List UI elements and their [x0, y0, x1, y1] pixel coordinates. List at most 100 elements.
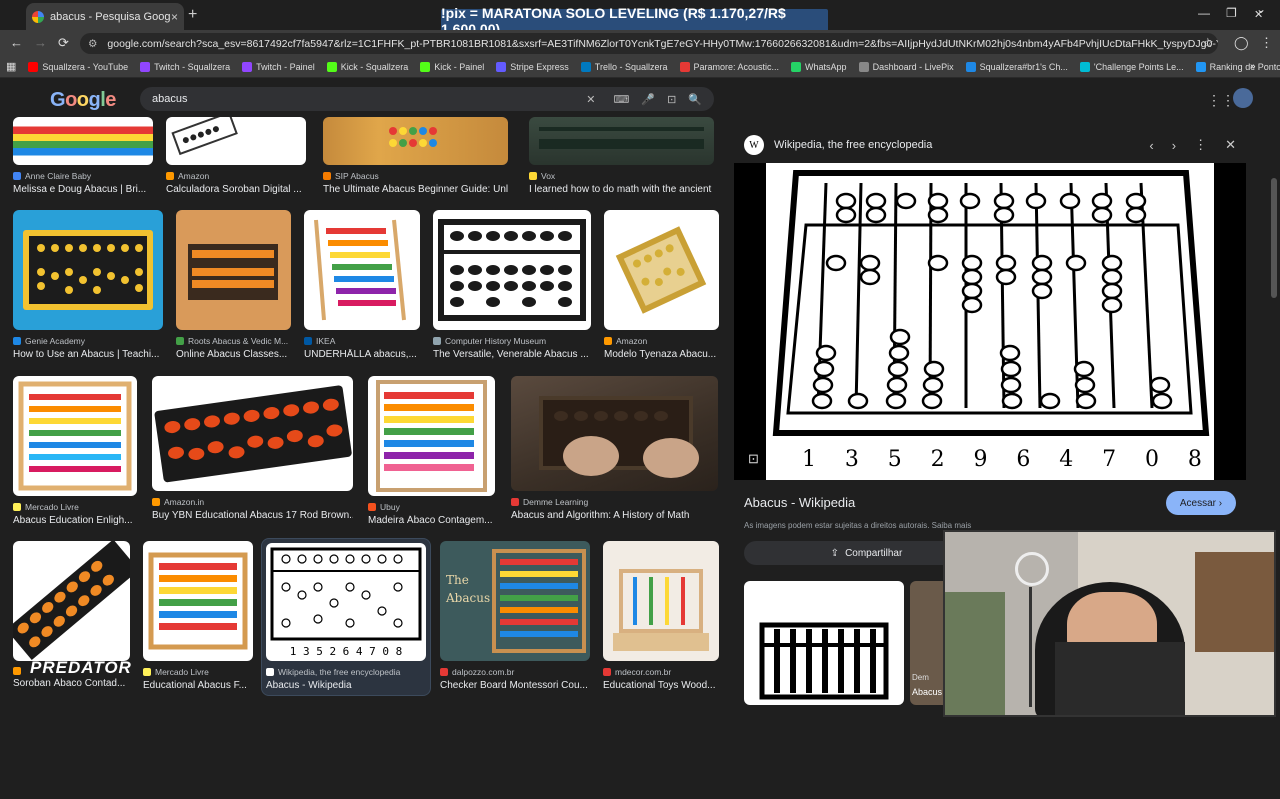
bookmark-item[interactable]: Kick - Squallzera — [326, 61, 408, 72]
result-thumbnail[interactable] — [143, 541, 253, 661]
bookmark-item[interactable]: WhatsApp — [791, 61, 847, 72]
result-card[interactable]: IKEA UNDERHÅLLA abacus,... — [304, 210, 420, 360]
bookmark-item[interactable]: Twitch - Squallzera — [140, 61, 230, 72]
result-title[interactable]: UNDERHÅLLA abacus,... — [304, 349, 420, 360]
url-bar[interactable]: ⚙ google.com/search?sca_esv=8617492cf7fa… — [80, 33, 1218, 54]
result-title[interactable]: Checker Board Montessori Cou... — [440, 680, 590, 691]
visit-button[interactable]: Acessar › — [1166, 491, 1236, 515]
restore-button[interactable]: ❐ — [1226, 6, 1237, 20]
forward-button[interactable]: → — [34, 35, 47, 50]
result-thumbnail[interactable] — [604, 210, 719, 330]
close-panel-icon[interactable]: ✕ — [1225, 137, 1236, 153]
result-card[interactable]: Computer History Museum The Versatile, V… — [433, 210, 591, 360]
result-card[interactable]: SIP Abacus The Ultimate Abacus Beginner … — [323, 117, 508, 195]
search-box[interactable]: abacus ✕ ⌨ 🎤 ⊡ 🔍 — [140, 87, 714, 111]
bookmark-item[interactable]: Kick - Painel — [420, 61, 484, 72]
result-thumbnail[interactable] — [176, 210, 291, 330]
result-title[interactable]: Educational Toys Wood... — [603, 680, 719, 691]
close-window-button[interactable]: ✕ — [1254, 8, 1263, 21]
result-title[interactable]: Madeira Ábaco Contagem... — [368, 515, 495, 526]
account-avatar[interactable] — [1233, 88, 1253, 108]
prev-image-icon[interactable]: ‹ — [1149, 138, 1153, 153]
search-submit-icon[interactable]: 🔍 — [688, 93, 702, 106]
result-title[interactable]: Modelo Tyenaza Abacu... — [604, 349, 719, 360]
clear-search-icon[interactable]: ✕ — [586, 93, 595, 106]
result-card[interactable]: Amazon Calculadora Soroban Digital ... — [166, 117, 306, 195]
minimize-button[interactable]: — — [1198, 6, 1210, 20]
result-thumbnail[interactable] — [433, 210, 591, 330]
result-thumbnail[interactable] — [511, 376, 718, 491]
bookmark-item[interactable]: Stripe Express — [496, 61, 569, 72]
result-title[interactable]: The Versatile, Venerable Abacus ... — [433, 349, 591, 360]
bookmark-item[interactable]: Dashboard - LivePix — [858, 61, 954, 72]
result-thumbnail[interactable] — [13, 541, 130, 661]
panel-image[interactable]: 1 3 5 2 9 6 4 7 0 8 ⊡ — [734, 163, 1246, 480]
lens-icon[interactable]: ⊡ — [667, 93, 676, 106]
panel-site-name[interactable]: Wikipedia, the free encyclopedia — [774, 139, 1131, 151]
result-card[interactable]: Ubuy Madeira Ábaco Contagem... — [368, 376, 495, 526]
result-card[interactable]: Mercado Livre Abacus Education Enligh... — [13, 376, 137, 526]
apps-grid-icon[interactable]: ▦ — [6, 60, 16, 73]
result-thumbnail[interactable] — [603, 541, 719, 661]
related-image[interactable] — [744, 581, 904, 705]
result-thumbnail[interactable]: 1 3 5 2 6 4 7 0 8 — [266, 543, 426, 661]
result-title[interactable]: The Ultimate Abacus Beginner Guide: Unl.… — [323, 184, 508, 195]
reload-button[interactable]: ⟳ — [58, 35, 69, 51]
bookmark-item[interactable]: Squallzera#br1's Ch... — [965, 61, 1068, 72]
result-card[interactable]: The Abacus dalpozzo.com.br Checker Board… — [440, 541, 590, 691]
panel-result-title[interactable]: Abacus - Wikipedia — [744, 495, 855, 510]
result-title[interactable]: Abacus - Wikipedia — [266, 680, 426, 691]
result-thumbnail[interactable] — [323, 117, 508, 165]
result-title[interactable]: I learned how to do math with the ancien… — [529, 184, 714, 195]
result-card[interactable]: mdecor.com.br Educational Toys Wood... — [603, 541, 719, 691]
result-card[interactable]: Vox I learned how to do math with the an… — [529, 117, 714, 195]
result-title[interactable]: Educational Abacus F... — [143, 680, 253, 691]
all-bookmarks-icon[interactable]: » — [1250, 61, 1256, 72]
result-thumbnail[interactable] — [166, 117, 306, 165]
result-thumbnail[interactable]: The Abacus — [440, 541, 590, 661]
keyboard-icon[interactable]: ⌨ — [613, 93, 629, 106]
profile-icon[interactable]: ◯ — [1234, 35, 1249, 51]
result-card[interactable]: Genie Academy How to Use an Abacus | Tea… — [13, 210, 163, 360]
result-title[interactable]: Melissa e Doug Abacus | Bri... — [13, 184, 153, 195]
browser-menu-icon[interactable]: ⋮ — [1260, 35, 1273, 51]
result-title[interactable]: Soroban Ábaco Contad... — [13, 678, 130, 689]
result-thumbnail[interactable] — [529, 117, 714, 165]
bookmark-item[interactable]: Squallzera - YouTube — [28, 61, 128, 72]
result-thumbnail[interactable] — [13, 376, 137, 496]
more-options-icon[interactable]: ⋮ — [1194, 137, 1207, 153]
result-thumbnail[interactable] — [13, 117, 153, 165]
search-input[interactable]: abacus — [152, 93, 574, 105]
bookmark-item[interactable]: Trello - Squallzera — [580, 61, 668, 72]
bookmark-item[interactable]: Paramore: Acoustic... — [679, 61, 779, 72]
scrollbar-thumb[interactable] — [1271, 178, 1277, 298]
bookmark-star-icon[interactable]: ☆ — [1202, 35, 1214, 51]
next-image-icon[interactable]: › — [1172, 138, 1176, 153]
tab-google-search[interactable]: abacus - Pesquisa Google × — [26, 3, 184, 30]
result-title[interactable]: Calculadora Soroban Digital ... — [166, 184, 306, 195]
bookmark-item[interactable]: 'Challenge Points Le... — [1079, 61, 1184, 72]
site-info-icon[interactable]: ⚙ — [88, 38, 97, 50]
result-title[interactable]: How to Use an Abacus | Teachi... — [13, 349, 163, 360]
back-button[interactable]: ← — [10, 35, 23, 50]
new-tab-button[interactable]: + — [188, 6, 197, 24]
mic-icon[interactable]: 🎤 — [641, 93, 655, 106]
bookmark-item[interactable]: Twitch - Painel — [242, 61, 315, 72]
result-title[interactable]: Abacus Education Enligh... — [13, 515, 137, 526]
result-title[interactable]: Abacus and Algorithm: A History of Math — [511, 510, 718, 521]
result-card[interactable]: Anne Claire Baby Melissa e Doug Abacus |… — [13, 117, 153, 195]
bookmark-item[interactable]: Ranking de Pontos... — [1195, 61, 1280, 72]
result-card[interactable]: Amazon Modelo Tyenaza Abacu... — [604, 210, 719, 360]
result-card[interactable]: Roots Abacus & Vedic M... Online Abacus … — [176, 210, 291, 360]
tab-close-icon[interactable]: × — [171, 10, 178, 24]
result-card[interactable]: Amazon.in Buy YBN Educational Abacus 17 … — [152, 376, 353, 521]
result-thumbnail[interactable] — [368, 376, 495, 496]
result-card[interactable]: Mercado Livre Educational Abacus F... — [143, 541, 253, 691]
result-thumbnail[interactable] — [304, 210, 420, 330]
lens-search-icon[interactable]: ⊡ — [748, 451, 759, 467]
result-title[interactable]: Buy YBN Educational Abacus 17 Rod Brown.… — [152, 510, 353, 521]
result-thumbnail[interactable] — [13, 210, 163, 330]
result-thumbnail[interactable] — [152, 376, 353, 491]
result-card-selected[interactable]: 1 3 5 2 6 4 7 0 8 Wikipedia, the free en… — [261, 538, 431, 696]
result-title[interactable]: Online Abacus Classes... — [176, 349, 291, 360]
